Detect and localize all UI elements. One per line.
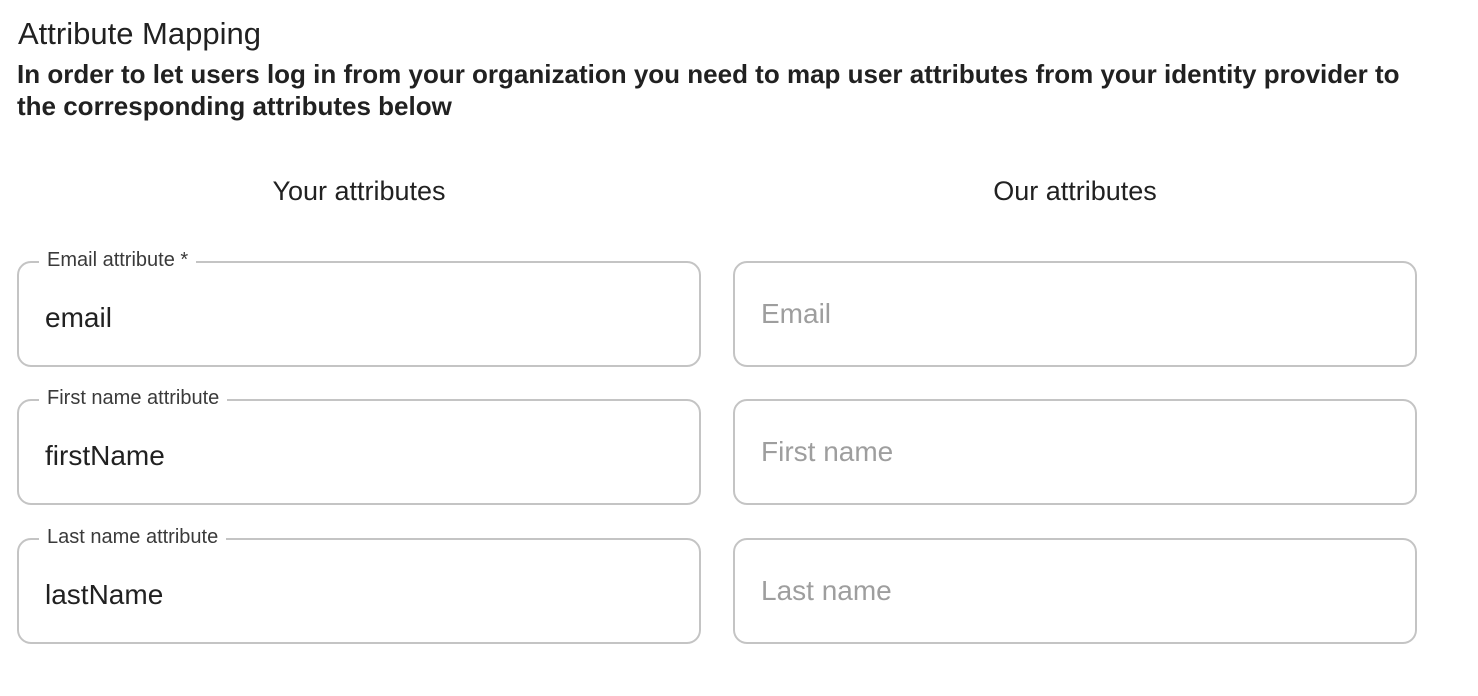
section-description: In order to let users log in from your o… — [17, 59, 1400, 121]
first-name-attribute-input[interactable] — [45, 405, 665, 507]
first-name-attribute-field[interactable]: First name attribute — [17, 384, 701, 507]
our-email-field[interactable] — [733, 261, 1417, 367]
our-first-name-field[interactable] — [733, 399, 1417, 505]
your-attributes-header: Your attributes — [272, 176, 446, 206]
email-attribute-input[interactable] — [45, 267, 665, 369]
our-first-name-input[interactable] — [761, 401, 1381, 503]
our-last-name-field[interactable] — [733, 538, 1417, 644]
last-name-attribute-input[interactable] — [45, 544, 665, 646]
email-attribute-field[interactable]: Email attribute * — [17, 246, 701, 369]
our-email-input[interactable] — [761, 263, 1381, 365]
section-title: Attribute Mapping — [18, 16, 261, 51]
our-attributes-header: Our attributes — [993, 176, 1157, 206]
last-name-attribute-field[interactable]: Last name attribute — [17, 523, 701, 646]
our-last-name-input[interactable] — [761, 540, 1381, 642]
